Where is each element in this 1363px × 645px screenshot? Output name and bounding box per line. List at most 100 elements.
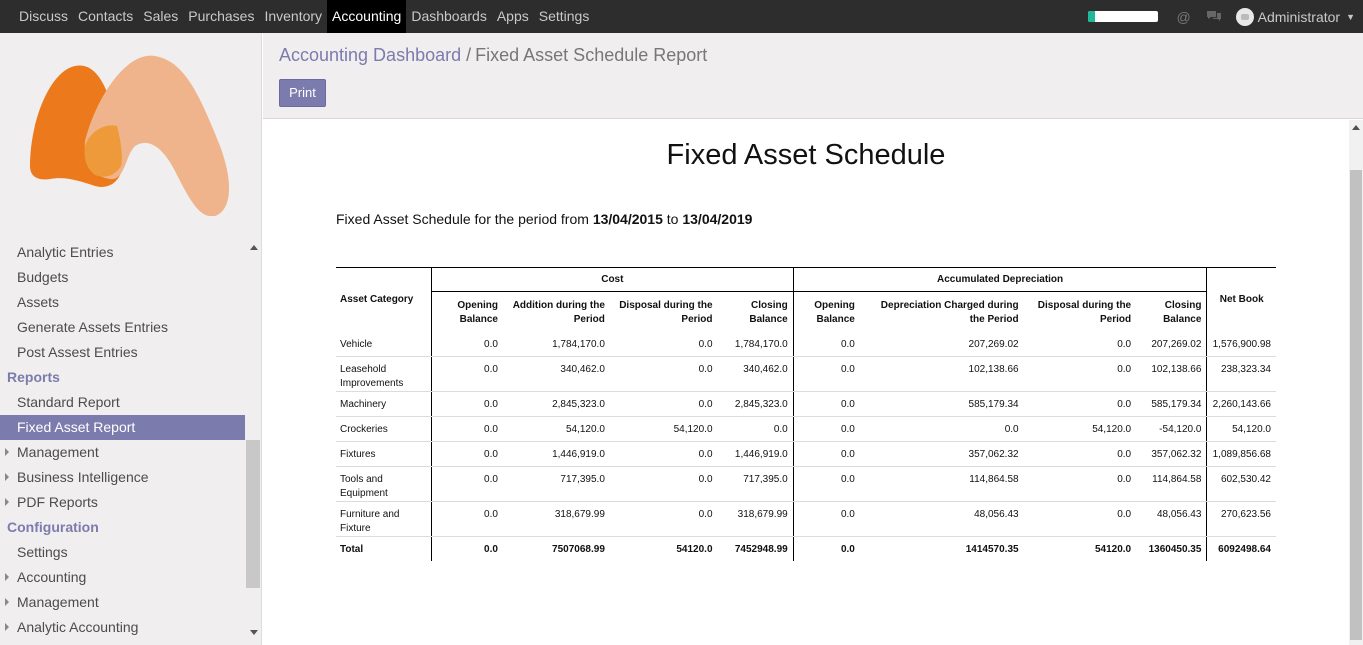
cell-value: 54120.0 <box>1023 536 1137 561</box>
cell-value: 357,062.32 <box>1136 441 1207 467</box>
topmenu-item-sales[interactable]: Sales <box>138 0 183 33</box>
cell-value: 0.0 <box>1023 356 1137 392</box>
sidebar-item-fixed-asset-report[interactable]: Fixed Asset Report <box>0 415 245 440</box>
cell-value: 357,062.32 <box>859 441 1024 467</box>
table-row: Vehicle 0.0 1,784,170.0 0.0 1,784,170.0 0.0 20… <box>336 331 1276 357</box>
topmenu-item-accounting[interactable]: Accounting <box>327 0 407 33</box>
cell-value: 0.0 <box>430 416 503 442</box>
at-icon[interactable]: @ <box>1176 9 1192 25</box>
table-row: Crockeries 0.0 54,120.0 54,120.0 0.0 0.0 0.0 54… <box>336 416 1276 442</box>
table-row: Tools and Equipment 0.0 717,395.0 0.0 717,39… <box>336 466 1276 502</box>
cell-value: 114,864.58 <box>859 466 1024 502</box>
cell-value: 0.0 <box>792 536 860 561</box>
cell-category: Leasehold Improvements <box>336 356 432 392</box>
sidebar-item-assets[interactable]: Assets <box>0 290 245 315</box>
sidebar-item-generate-assets-entries[interactable]: Generate Assets Entries <box>0 315 245 340</box>
sidebar-scrollbar[interactable] <box>246 240 261 645</box>
topmenu-item-contacts[interactable]: Contacts <box>73 0 138 33</box>
cell-value: 1,446,919.0 <box>502 441 610 467</box>
sidebar-item-label: Management <box>17 594 99 610</box>
cell-value: -54,120.0 <box>1136 416 1207 442</box>
sidebar-item-settings[interactable]: Settings <box>0 540 245 565</box>
cell-value: 102,138.66 <box>859 356 1024 392</box>
sidebar-item-label: Business Intelligence <box>17 469 149 485</box>
cell-value: 0.0 <box>792 331 860 357</box>
breadcrumb-accounting-dashboard[interactable]: Accounting Dashboard <box>279 45 461 65</box>
cell-value: 0.0 <box>792 466 860 502</box>
fixed-asset-table: Asset Category Cost Accumulated Deprecia… <box>336 267 1276 561</box>
caret-right-icon <box>5 573 9 581</box>
scroll-up-icon[interactable] <box>1352 125 1360 130</box>
subheader-cost-2: Disposal during the Period <box>619 299 713 325</box>
sidebar-item-analytic-entries[interactable]: Analytic Entries <box>0 240 245 265</box>
cell-value: 102,138.66 <box>1136 356 1207 392</box>
topmenu-item-dashboards[interactable]: Dashboards <box>406 0 492 33</box>
scrollbar-thumb[interactable] <box>1350 170 1362 640</box>
cell-value: 602,530.42 <box>1206 466 1276 502</box>
scroll-up-icon[interactable] <box>250 245 258 250</box>
sidebar-item-pdf-reports[interactable]: PDF Reports <box>0 490 245 515</box>
cell-value: 6092498.64 <box>1206 536 1276 561</box>
topmenu-item-settings[interactable]: Settings <box>534 0 595 33</box>
caret-right-icon <box>5 598 9 606</box>
sidebar-item-accounting[interactable]: Accounting <box>0 565 245 590</box>
chat-icon[interactable] <box>1206 9 1222 25</box>
cell-value: 585,179.34 <box>859 391 1024 417</box>
cell-value: 0.0 <box>792 416 860 442</box>
cell-value: 0.0 <box>859 416 1024 442</box>
chevron-down-icon: ▼ <box>1346 11 1355 22</box>
sidebar: Analytic Entries Budgets Assets Generate As… <box>0 33 262 645</box>
cell-value: 0.0 <box>430 501 503 537</box>
cell-value: 2,260,143.66 <box>1206 391 1276 417</box>
sidebar-item-management[interactable]: Management <box>0 440 245 465</box>
user-name: Administrator <box>1257 8 1341 25</box>
cell-category: Total <box>336 536 432 561</box>
table-row: Furniture and Fixture 0.0 318,679.99 0.0 318… <box>336 501 1276 537</box>
print-button[interactable]: Print <box>279 79 326 107</box>
cell-value: 114,864.58 <box>1136 466 1207 502</box>
header-net-book: Net Book <box>1206 267 1276 332</box>
sidebar-item-analytic-accounting[interactable]: Analytic Accounting <box>0 615 245 640</box>
topmenu-item-purchases[interactable]: Purchases <box>183 0 259 33</box>
topmenu-item-apps[interactable]: Apps <box>492 0 534 33</box>
cell-value: 270,623.56 <box>1206 501 1276 537</box>
cell-value: 207,269.02 <box>859 331 1024 357</box>
topmenu-item-discuss[interactable]: Discuss <box>14 0 73 33</box>
cell-value: 7452948.99 <box>717 536 794 561</box>
cell-value: 717,395.0 <box>717 466 794 502</box>
date-from: 13/04/2015 <box>592 211 663 227</box>
cell-value: 0.0 <box>1023 466 1137 502</box>
sidebar-item-standard-report[interactable]: Standard Report <box>0 390 245 415</box>
table-row: Fixtures 0.0 1,446,919.0 0.0 1,446,919.0 0.0 3… <box>336 441 1276 467</box>
topmenu-item-inventory[interactable]: Inventory <box>259 0 327 33</box>
cell-value: 585,179.34 <box>1136 391 1207 417</box>
cell-value: 0.0 <box>430 391 503 417</box>
cell-category: Crockeries <box>336 416 432 442</box>
cell-value: 340,462.0 <box>502 356 610 392</box>
cell-category: Vehicle <box>336 331 432 357</box>
sidebar-item-label: Analytic Accounting <box>17 619 139 635</box>
sidebar-item-budgets[interactable]: Budgets <box>0 265 245 290</box>
report-view: Fixed Asset Schedule Fixed Asset Schedul… <box>263 120 1349 645</box>
main-scrollbar[interactable] <box>1349 120 1363 645</box>
table-row: Machinery 0.0 2,845,323.0 0.0 2,845,323.0 0.0… <box>336 391 1276 417</box>
cell-value: 48,056.43 <box>859 501 1024 537</box>
scrollbar-thumb[interactable] <box>246 440 260 588</box>
user-menu[interactable]: Administrator ▼ <box>1235 7 1363 26</box>
subheader-dep-2: Disposal during the Period <box>1037 299 1132 325</box>
cell-value: 0.0 <box>792 391 860 417</box>
scroll-down-icon[interactable] <box>250 630 258 635</box>
cell-value: 0.0 <box>609 441 718 467</box>
sidebar-item-label: Management <box>17 444 99 460</box>
sidebar-item-management[interactable]: Management <box>0 590 245 615</box>
cell-value: 1,089,856.68 <box>1206 441 1276 467</box>
cell-value: 0.0 <box>1023 441 1137 467</box>
cell-value: 0.0 <box>609 501 718 537</box>
sidebar-item-post-assest-entries[interactable]: Post Assest Entries <box>0 340 245 365</box>
subheader-dep-0: Opening Balance <box>792 291 860 332</box>
report-period: Fixed Asset Schedule for the period from… <box>336 211 752 227</box>
period-prefix: Fixed Asset Schedule for the period from <box>336 211 589 227</box>
sidebar-item-business-intelligence[interactable]: Business Intelligence <box>0 465 245 490</box>
cell-value: 54,120.0 <box>1023 416 1137 442</box>
cell-value: 0.0 <box>717 416 794 442</box>
